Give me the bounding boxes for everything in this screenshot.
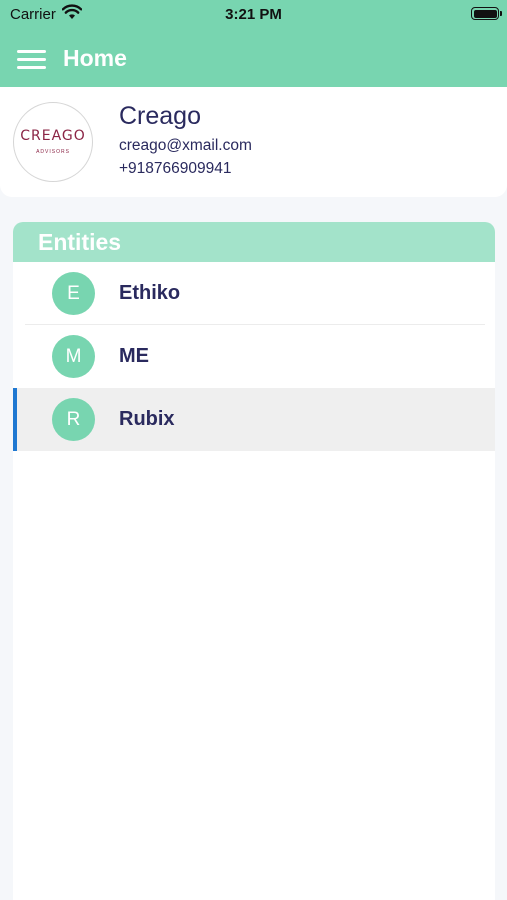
- entity-name: Ethiko: [119, 282, 181, 304]
- profile-name: Creago: [119, 102, 201, 130]
- entity-item-me[interactable]: M ME: [13, 325, 495, 388]
- profile-card[interactable]: CREAGO ADVISORS Creago creago@xmail.com …: [0, 87, 507, 197]
- entities-panel: Entities E Ethiko M ME R Rubix: [13, 222, 495, 900]
- entity-initial-avatar: M: [52, 335, 95, 378]
- entity-name: Rubix: [119, 408, 175, 430]
- entity-item-ethiko[interactable]: E Ethiko: [13, 262, 495, 325]
- profile-avatar: CREAGO ADVISORS: [13, 102, 93, 182]
- hamburger-menu-icon[interactable]: [17, 50, 46, 70]
- entities-title: Entities: [38, 229, 122, 255]
- entity-item-rubix[interactable]: R Rubix: [13, 388, 495, 451]
- battery-icon: [471, 7, 502, 20]
- status-time: 3:21 PM: [225, 6, 282, 23]
- entity-initial-avatar: R: [52, 398, 95, 441]
- profile-email: creago@xmail.com: [119, 137, 252, 154]
- page-title: Home: [63, 45, 127, 71]
- nav-bar: Home: [0, 30, 507, 87]
- entities-header: Entities: [13, 222, 495, 262]
- entity-initial-avatar: E: [52, 272, 95, 315]
- selection-indicator: [13, 388, 17, 451]
- status-bar: Carrier 3:21 PM: [0, 0, 507, 30]
- profile-phone: +918766909941: [119, 160, 232, 177]
- creago-logo-subtext: ADVISORS: [36, 149, 70, 155]
- entity-name: ME: [119, 345, 149, 367]
- creago-logo: CREAGO: [20, 128, 86, 144]
